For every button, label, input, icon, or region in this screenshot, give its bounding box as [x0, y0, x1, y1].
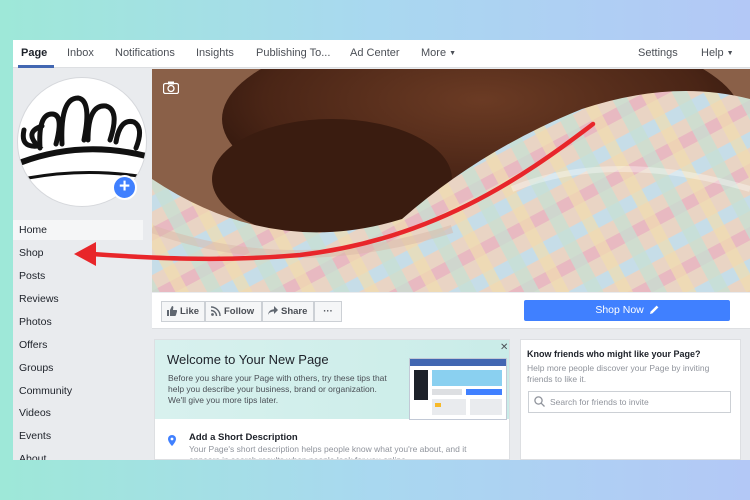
- annotation-arrow: [74, 121, 596, 266]
